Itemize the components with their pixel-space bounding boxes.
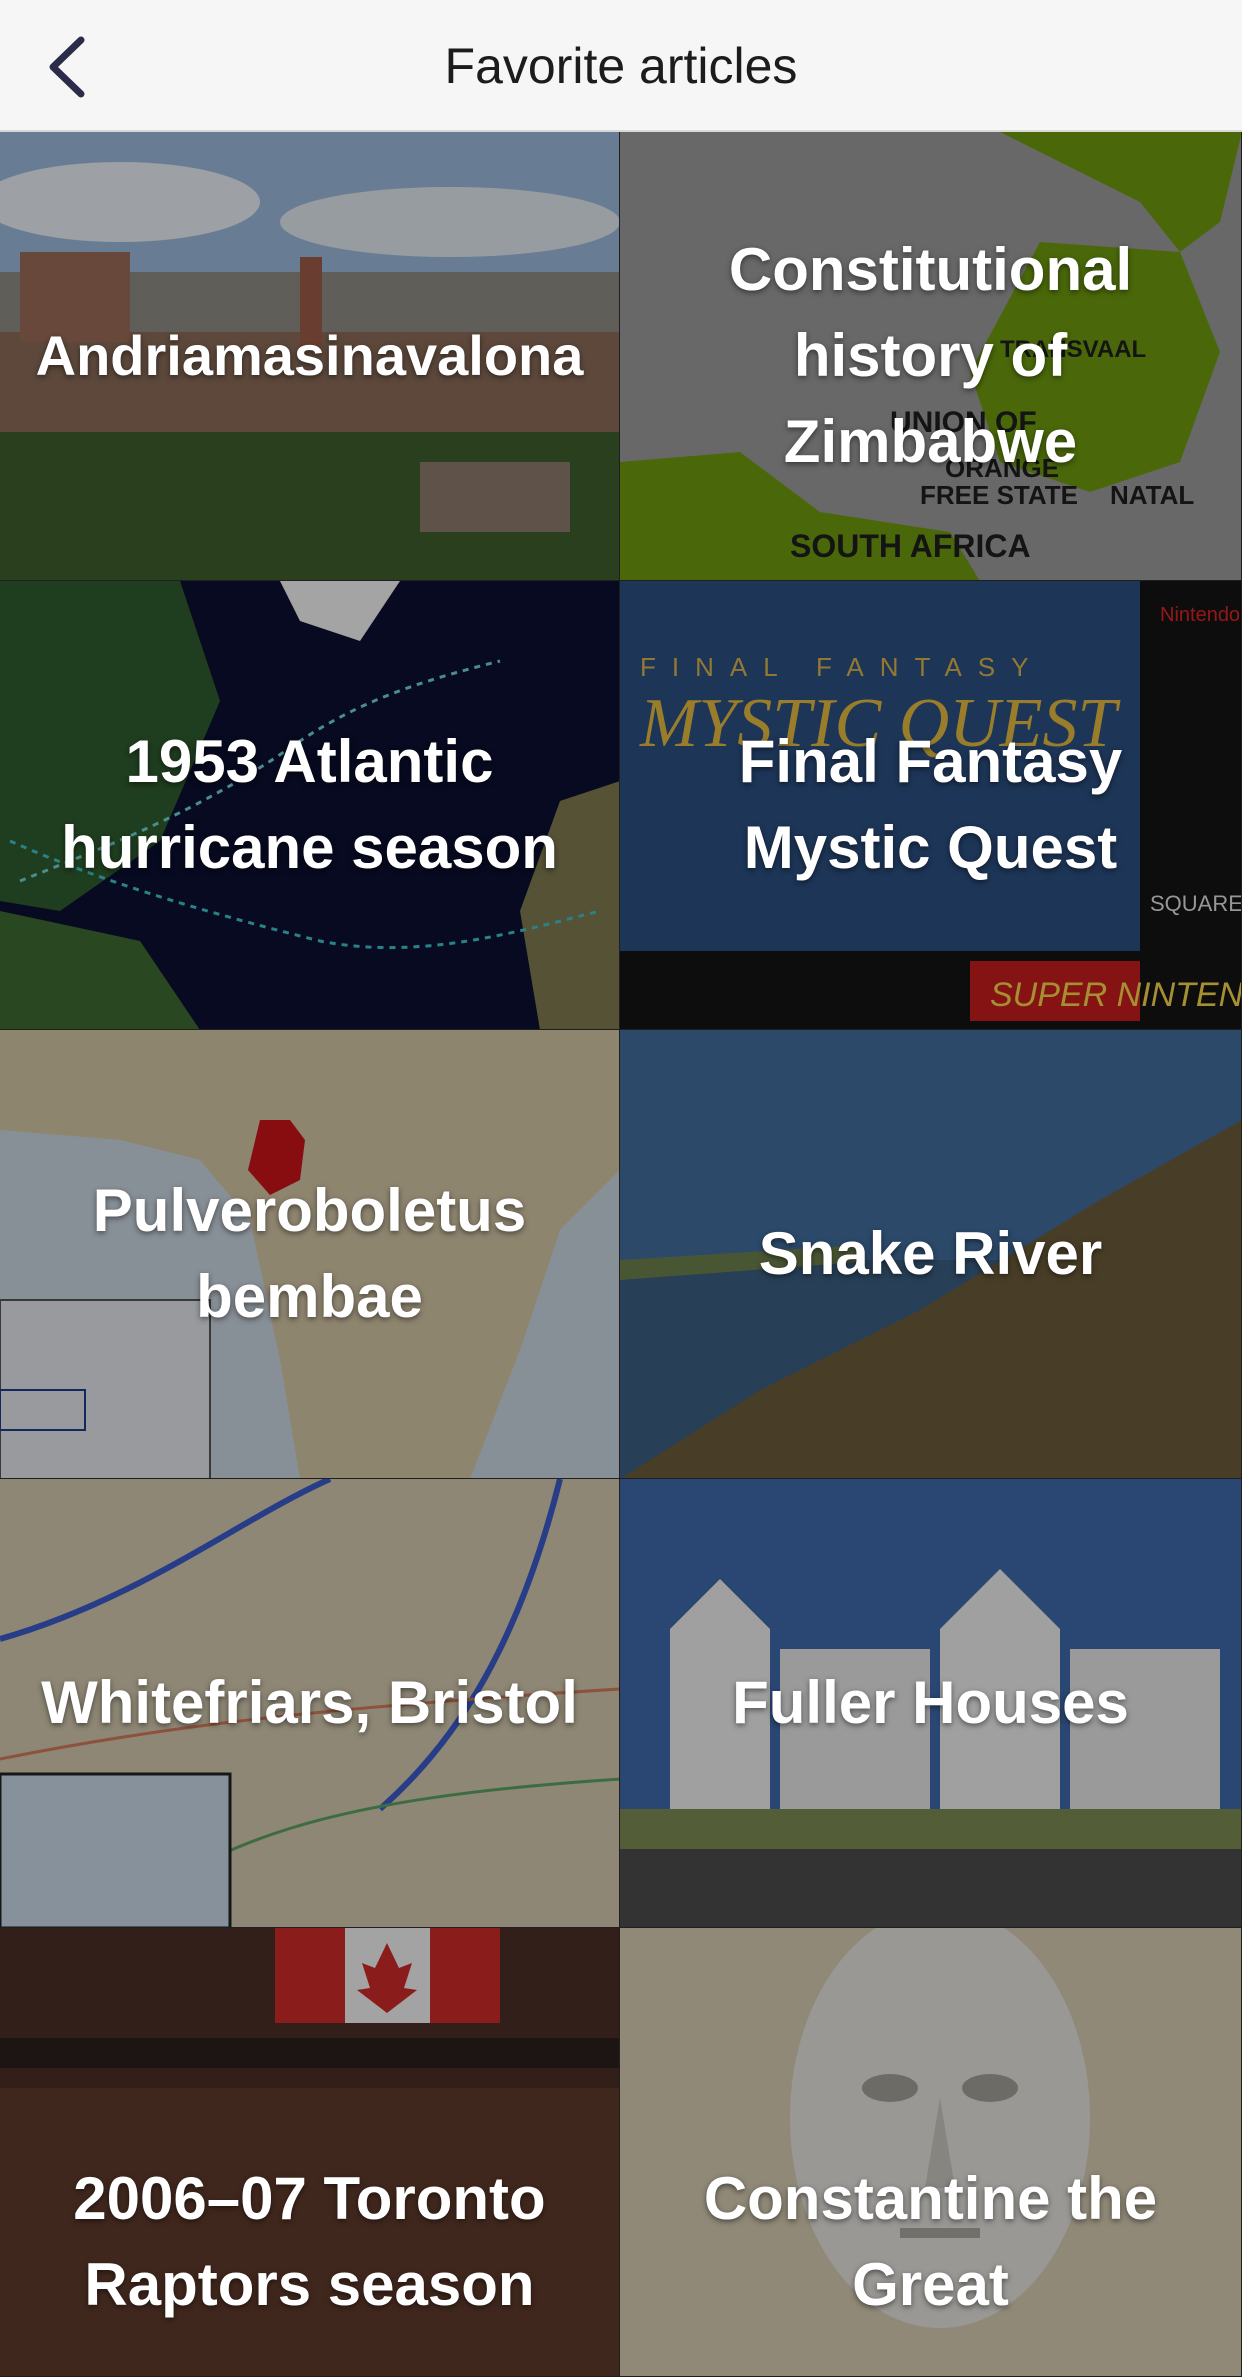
article-title: 2006–07 Toronto Raptors season	[73, 2165, 546, 2318]
article-tile[interactable]: TRANSVAAL UNION OF ORANGE FREE STATE NAT…	[620, 132, 1242, 581]
article-tile[interactable]: Whitefriars, Bristol	[0, 1479, 620, 1928]
article-tile[interactable]: Pulveroboletus bembae	[0, 1030, 620, 1479]
article-title: 1953 Atlantic hurricane season	[61, 728, 558, 881]
article-tile[interactable]: Fuller Houses	[620, 1479, 1242, 1928]
articles-grid: Andriamasinavalona TRANSVAAL UNION OF OR…	[0, 132, 1242, 2377]
article-title: Fuller Houses	[732, 1669, 1129, 1736]
article-title: Whitefriars, Bristol	[41, 1669, 578, 1736]
article-tile[interactable]: 2006–07 Toronto Raptors season	[0, 1928, 620, 2377]
article-title: Constantine the Great	[703, 2165, 1158, 2318]
article-title: Final Fantasy Mystic Quest	[738, 728, 1123, 881]
article-title: Pulveroboletus bembae	[92, 1177, 527, 1330]
article-title: Snake River	[758, 1220, 1103, 1287]
article-title: Andriamasinavalona	[35, 324, 584, 387]
article-title: Constitutional history of Zimbabwe	[728, 236, 1133, 475]
article-tile[interactable]: 1953 Atlantic hurricane season	[0, 581, 620, 1030]
article-tile[interactable]: Constantine the Great	[620, 1928, 1242, 2377]
article-tile[interactable]: Snake River	[620, 1030, 1242, 1479]
page-title: Favorite articles	[444, 38, 798, 94]
article-tile[interactable]: FINAL FANTASY MYSTIC QUEST Nintendo SQUA…	[620, 581, 1242, 1030]
article-tile[interactable]: Andriamasinavalona	[0, 132, 620, 581]
top-bar: Favorite articles	[0, 0, 1242, 132]
